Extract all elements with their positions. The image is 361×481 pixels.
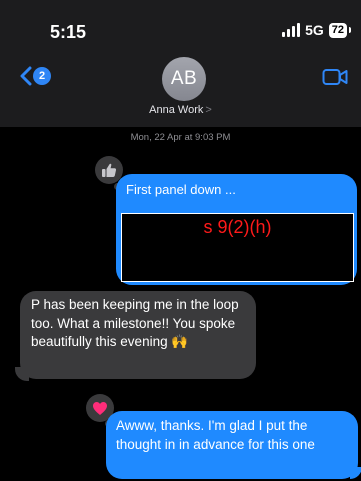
status-time: 5:15 [50, 22, 87, 42]
thumbs-up-icon [102, 163, 117, 177]
chevron-left-icon [20, 66, 32, 86]
battery-icon: 72 [328, 22, 352, 38]
message-text: P has been keeping me in the loop too. W… [31, 297, 239, 349]
redacted-content: s 9(2)(h) [121, 213, 354, 282]
unread-count-badge: 2 [33, 67, 51, 85]
outgoing-message-bubble[interactable]: Awww, thanks. I'm glad I put the thought… [106, 411, 358, 479]
chevron-right-icon: > [205, 104, 212, 116]
signal-icon [282, 23, 301, 37]
back-button[interactable]: 2 [20, 66, 51, 86]
messages-screen: 5:15 5G 72 2 AB Anna Work > Mon, 22 Apr a… [0, 0, 361, 481]
bubble-tail [15, 367, 29, 381]
incoming-message-bubble[interactable]: P has been keeping me in the loop too. W… [20, 291, 256, 379]
status-indicators: 5G 72 [282, 22, 352, 38]
redaction-label: s 9(2)(h) [203, 217, 272, 237]
avatar[interactable]: AB [162, 57, 206, 101]
video-call-button[interactable] [322, 68, 348, 91]
message-text: Awww, thanks. I'm glad I put the thought… [116, 418, 315, 452]
video-camera-icon [322, 69, 348, 85]
contact-name: Anna Work [149, 104, 204, 116]
contact-name-button[interactable]: Anna Work > [0, 104, 361, 116]
bubble-tail [350, 467, 361, 479]
message-text: First panel down ... [126, 182, 236, 197]
heart-icon [93, 401, 107, 415]
outgoing-message-bubble[interactable]: First panel down ... s 9(2)(h) [116, 174, 357, 285]
message-timestamp: Mon, 22 Apr at 9:03 PM [130, 132, 231, 143]
conversation-header: 5:15 5G 72 2 AB Anna Work > [0, 0, 361, 127]
network-type: 5G [305, 22, 324, 38]
